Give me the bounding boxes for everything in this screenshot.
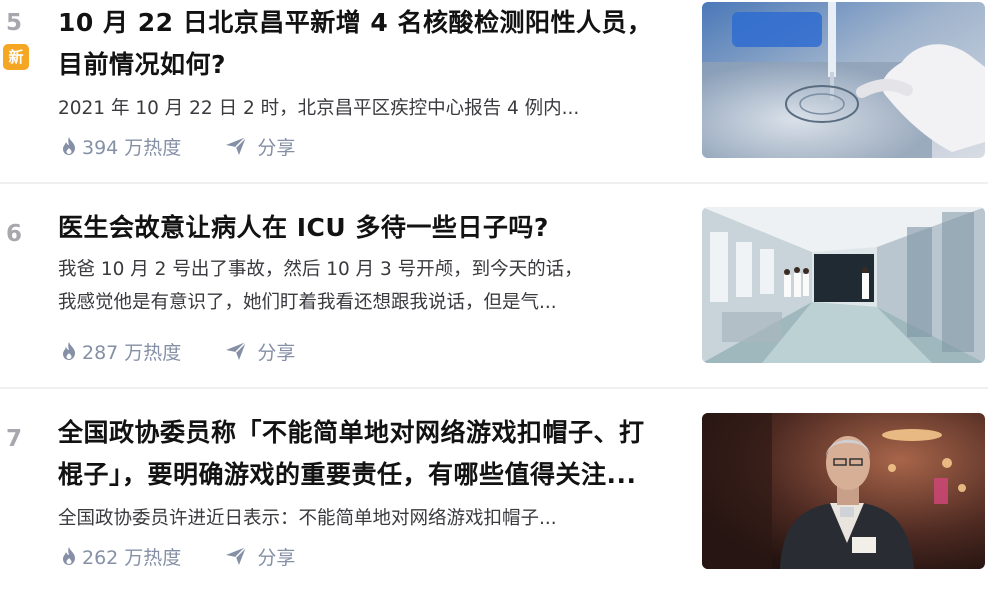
share-button[interactable]: 分享 (225, 338, 295, 365)
share-label: 分享 (257, 341, 296, 364)
divider (0, 182, 988, 184)
heat-count: 394 万热度 (60, 133, 181, 160)
item-meta: 394 万热度 分享 (60, 132, 295, 160)
heat-label: 394 万热度 (82, 136, 182, 159)
excerpt-line: 我感觉他是有意识了，她们盯着我看还想跟我说话，但是气... (58, 292, 557, 313)
share-label: 分享 (257, 136, 296, 159)
excerpt-line: 2021 年 10 月 22 日 2 时，北京昌平区疾控中心报告 4 例内... (58, 98, 580, 119)
share-button[interactable]: 分享 (225, 543, 295, 570)
hot-list-item[interactable]: 5 新 10 月 22 日北京昌平新增 4 名核酸检测阳性人员， 目前情况如何?… (0, 0, 988, 180)
item-meta: 287 万热度 分享 (60, 337, 295, 365)
hospital-corridor-photo[interactable] (702, 207, 985, 363)
new-badge: 新 (3, 44, 29, 70)
heat-label: 287 万热度 (82, 341, 182, 364)
hot-list-item[interactable]: 6 医生会故意让病人在 ICU 多待一些日子吗? 我爸 10 月 2 号出了事故… (0, 205, 988, 385)
item-excerpt[interactable]: 全国政协委员许进近日表示：不能简单地对网络游戏扣帽子... (58, 502, 668, 535)
share-plane-icon (225, 136, 247, 156)
man-portrait-photo[interactable] (702, 413, 985, 569)
rank-number: 5 (6, 10, 23, 36)
share-label: 分享 (257, 546, 296, 569)
title-line: 全国政协委员称「不能简单地对网络游戏扣帽子、打 (58, 418, 645, 447)
heat-count: 287 万热度 (60, 338, 181, 365)
excerpt-line: 全国政协委员许进近日表示：不能简单地对网络游戏扣帽子... (58, 508, 557, 529)
share-plane-icon (225, 546, 247, 566)
hot-list-item[interactable]: 7 全国政协委员称「不能简单地对网络游戏扣帽子、打 棍子」，要明确游戏的重要责任… (0, 410, 988, 590)
item-title[interactable]: 10 月 22 日北京昌平新增 4 名核酸检测阳性人员， 目前情况如何? (58, 2, 680, 86)
divider (0, 387, 988, 389)
title-line: 目前情况如何? (58, 50, 227, 79)
item-excerpt[interactable]: 我爸 10 月 2 号出了事故，然后 10 月 3 号开颅，到今天的话， 我感觉… (58, 253, 668, 319)
lab-test-photo[interactable] (702, 2, 985, 158)
heat-label: 262 万热度 (82, 546, 182, 569)
title-line: 10 月 22 日北京昌平新增 4 名核酸检测阳性人员， (58, 8, 653, 37)
title-line: 医生会故意让病人在 ICU 多待一些日子吗? (58, 213, 549, 242)
title-line: 棍子」，要明确游戏的重要责任，有哪些值得关注... (58, 460, 637, 489)
share-plane-icon (225, 341, 247, 361)
rank-number: 6 (6, 221, 23, 247)
excerpt-line: 我爸 10 月 2 号出了事故，然后 10 月 3 号开颅，到今天的话， (58, 259, 583, 280)
item-title[interactable]: 医生会故意让病人在 ICU 多待一些日子吗? (58, 207, 680, 249)
item-title[interactable]: 全国政协委员称「不能简单地对网络游戏扣帽子、打 棍子」，要明确游戏的重要责任，有… (58, 412, 680, 496)
flame-icon (60, 136, 78, 156)
heat-count: 262 万热度 (60, 543, 181, 570)
item-excerpt[interactable]: 2021 年 10 月 22 日 2 时，北京昌平区疾控中心报告 4 例内... (58, 92, 668, 125)
item-meta: 262 万热度 分享 (60, 542, 295, 570)
flame-icon (60, 546, 78, 566)
rank-number: 7 (6, 426, 23, 452)
flame-icon (60, 341, 78, 361)
share-button[interactable]: 分享 (225, 133, 295, 160)
